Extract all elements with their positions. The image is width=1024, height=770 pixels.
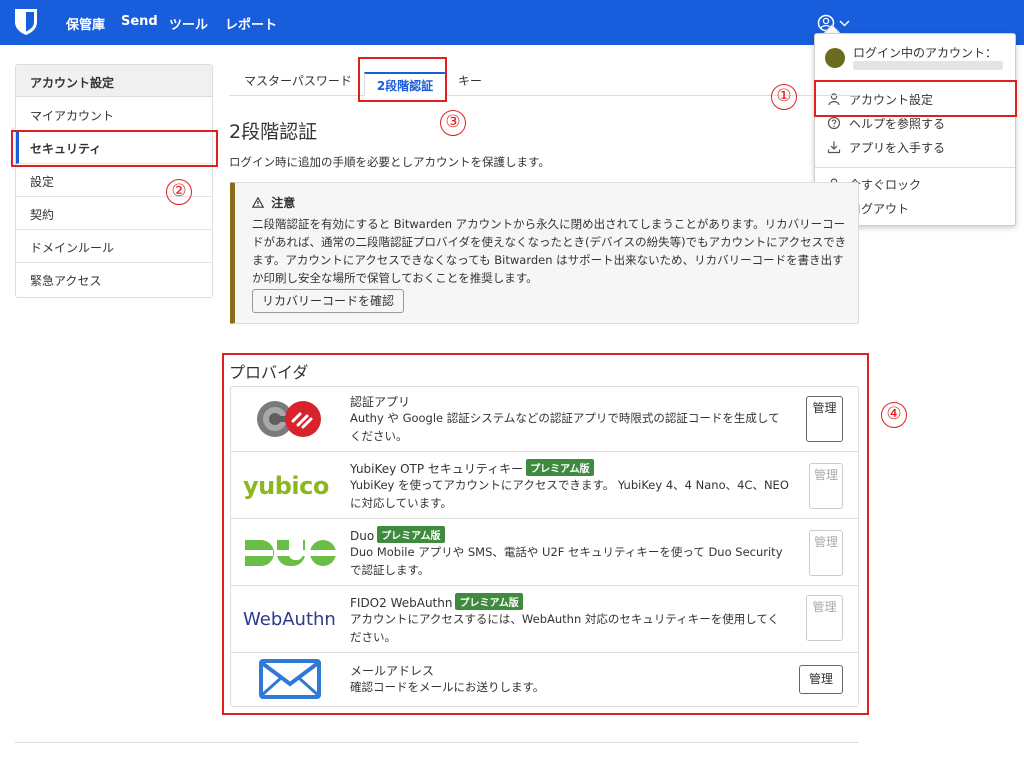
question-icon [827, 116, 841, 130]
nav-reports[interactable]: レポート [225, 14, 277, 33]
sidebar-item-my-account[interactable]: マイアカウント [16, 98, 212, 131]
menu-item-label: 今すぐロック [849, 177, 922, 192]
warning-callout: 注意 二段階認証を有効にすると Bitwarden アカウントから永久に閉め出さ… [230, 182, 859, 324]
chevron-down-icon [839, 20, 850, 27]
sidebar-item-emergency-access[interactable]: 緊急アクセス [16, 263, 212, 296]
footer-divider [15, 742, 859, 743]
dropdown-divider [815, 167, 1015, 168]
annotation-box-two-step-tab [358, 57, 447, 102]
page-title: 2段階認証 [229, 121, 318, 143]
annotation-box-security [11, 130, 218, 167]
sidebar-item-domain-rules[interactable]: ドメインルール [16, 230, 212, 263]
warning-title: 注意 [251, 194, 296, 211]
annotation-box-account-settings [814, 80, 1017, 117]
annotation-box-providers [222, 353, 869, 715]
nav-tools[interactable]: ツール [169, 14, 208, 33]
nav-send[interactable]: Send [121, 14, 158, 29]
nav-vault[interactable]: 保管庫 [66, 14, 105, 33]
menu-item-label: アプリを入手する [849, 140, 946, 155]
tab-keys[interactable]: キー [452, 72, 488, 96]
dropdown-account-header: ログイン中のアカウント： [825, 43, 1010, 71]
annotation-number-4: ④ [881, 402, 907, 428]
warning-body: 二段階認証を有効にすると Bitwarden アカウントから永久に閉め出されてし… [252, 217, 847, 285]
page-description: ログイン時に追加の手順を必要としアカウントを保護します。 [229, 155, 550, 169]
bitwarden-logo-icon[interactable] [14, 8, 38, 36]
avatar [825, 48, 845, 68]
sidebar-title: アカウント設定 [16, 65, 212, 97]
tab-master-password[interactable]: マスターパスワード [236, 72, 360, 96]
annotation-number-2: ② [166, 179, 192, 205]
download-icon [827, 141, 841, 154]
annotation-number-1: ① [771, 84, 797, 110]
menu-item-get-apps[interactable]: アプリを入手する [827, 137, 945, 157]
warning-icon [251, 196, 265, 208]
menu-item-label: ヘルプを参照する [849, 116, 946, 131]
account-email-redacted [853, 61, 1003, 70]
warning-title-text: 注意 [271, 196, 296, 210]
annotation-number-3: ③ [440, 110, 466, 136]
view-recovery-code-button[interactable]: リカバリーコードを確認 [252, 289, 404, 313]
logged-in-label: ログイン中のアカウント： [853, 46, 998, 60]
